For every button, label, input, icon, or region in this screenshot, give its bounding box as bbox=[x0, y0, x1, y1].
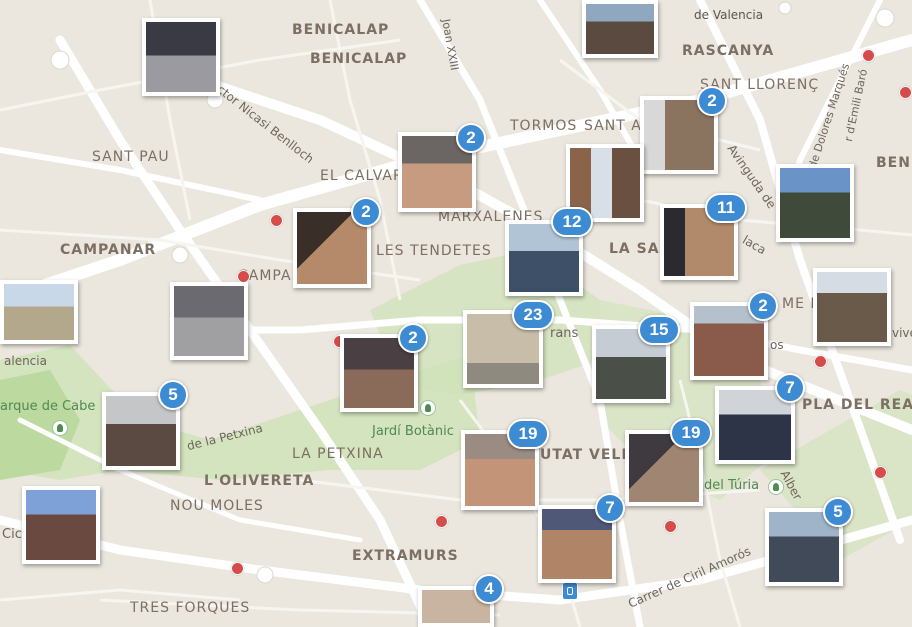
photo-count-badge[interactable]: 23 bbox=[512, 300, 554, 330]
photo-group-bench[interactable] bbox=[776, 164, 854, 242]
photo-count-badge[interactable]: 5 bbox=[158, 380, 188, 410]
label-cic: Cic bbox=[2, 527, 22, 542]
label-vive: vive bbox=[892, 326, 912, 340]
label-nou-moles: NOU MOLES bbox=[170, 498, 264, 514]
label-trans: rans bbox=[550, 326, 579, 341]
label-valencia-partial: alencia bbox=[4, 354, 47, 368]
photo-group-left[interactable] bbox=[22, 486, 100, 564]
photo-boy[interactable] bbox=[813, 268, 891, 346]
label-el-calvari: EL CALVAR bbox=[320, 168, 404, 184]
photo-count-badge[interactable]: 5 bbox=[823, 497, 853, 527]
photo-count-badge[interactable]: 19 bbox=[670, 418, 712, 448]
label-rascanya: RASCANYA bbox=[682, 43, 775, 59]
park-icon[interactable] bbox=[768, 479, 784, 495]
label-benicalap-1: BENICALAP bbox=[292, 22, 390, 38]
photo-count-badge[interactable]: 2 bbox=[697, 86, 727, 116]
photo-count-badge[interactable]: 7 bbox=[595, 493, 625, 523]
photo-count-badge[interactable]: 11 bbox=[705, 193, 747, 223]
label-sant-pau: SANT PAU bbox=[92, 149, 170, 165]
metro-station-icon[interactable] bbox=[562, 582, 578, 600]
label-campanar: CAMPANAR bbox=[60, 242, 157, 258]
label-tres-forques: TRES FORQUES bbox=[130, 600, 251, 616]
photo-count-badge[interactable]: 12 bbox=[551, 207, 593, 237]
place-pin[interactable] bbox=[231, 562, 244, 575]
label-jardi-botanic: Jardí Botànic bbox=[372, 424, 454, 439]
label-benicalap-2: BENICALAP bbox=[310, 51, 408, 67]
place-pin[interactable] bbox=[874, 466, 887, 479]
photo-count-badge[interactable]: 4 bbox=[474, 574, 504, 604]
park-icon[interactable] bbox=[52, 420, 68, 436]
label-ben: BEN bbox=[876, 155, 911, 171]
label-parque-cabecera: arque de Cabe bbox=[0, 399, 96, 414]
photo-stairs[interactable] bbox=[170, 282, 248, 360]
label-los: os bbox=[770, 338, 784, 352]
label-les-tendetes: LES TENDETES bbox=[376, 243, 492, 259]
photo-count-badge[interactable]: 2 bbox=[456, 123, 486, 153]
place-pin[interactable] bbox=[814, 355, 827, 368]
place-pin[interactable] bbox=[270, 214, 283, 227]
place-pin[interactable] bbox=[435, 515, 448, 528]
photo-count-badge[interactable]: 19 bbox=[507, 419, 549, 449]
place-pin[interactable] bbox=[664, 520, 677, 533]
photo-plaza-left[interactable] bbox=[0, 280, 78, 344]
photo-group-top[interactable] bbox=[582, 0, 658, 58]
label-extramurs: EXTRAMURS bbox=[352, 548, 459, 564]
photo-count-badge[interactable]: 2 bbox=[351, 197, 381, 227]
photo-laptop[interactable] bbox=[142, 18, 220, 96]
label-la-sa: LA SA bbox=[609, 241, 660, 257]
label-tormos: TORMOS bbox=[510, 118, 578, 134]
label-ciutat-vella: UTAT VELL bbox=[540, 447, 632, 463]
park-icon[interactable] bbox=[420, 400, 436, 416]
label-pla-del-real: PLA DEL REA bbox=[802, 397, 912, 413]
photo-count-badge[interactable]: 2 bbox=[398, 323, 428, 353]
place-pin[interactable] bbox=[862, 49, 875, 62]
map-canvas[interactable]: de Valencia BENICALAP BENICALAP RASCANYA… bbox=[0, 0, 912, 627]
label-la-petxina: LA PETXINA bbox=[292, 446, 384, 462]
label-de-valencia: de Valencia bbox=[694, 8, 764, 22]
label-sant-a: SANT A bbox=[584, 118, 642, 134]
label-l-olivereta: L'OLIVERETA bbox=[204, 473, 315, 489]
label-jardi-turia: del Túria bbox=[704, 478, 760, 493]
photo-count-badge[interactable]: 7 bbox=[775, 373, 805, 403]
photo-count-badge[interactable]: 15 bbox=[638, 315, 680, 345]
place-pin[interactable] bbox=[899, 86, 912, 99]
photo-count-badge[interactable]: 2 bbox=[748, 291, 778, 321]
